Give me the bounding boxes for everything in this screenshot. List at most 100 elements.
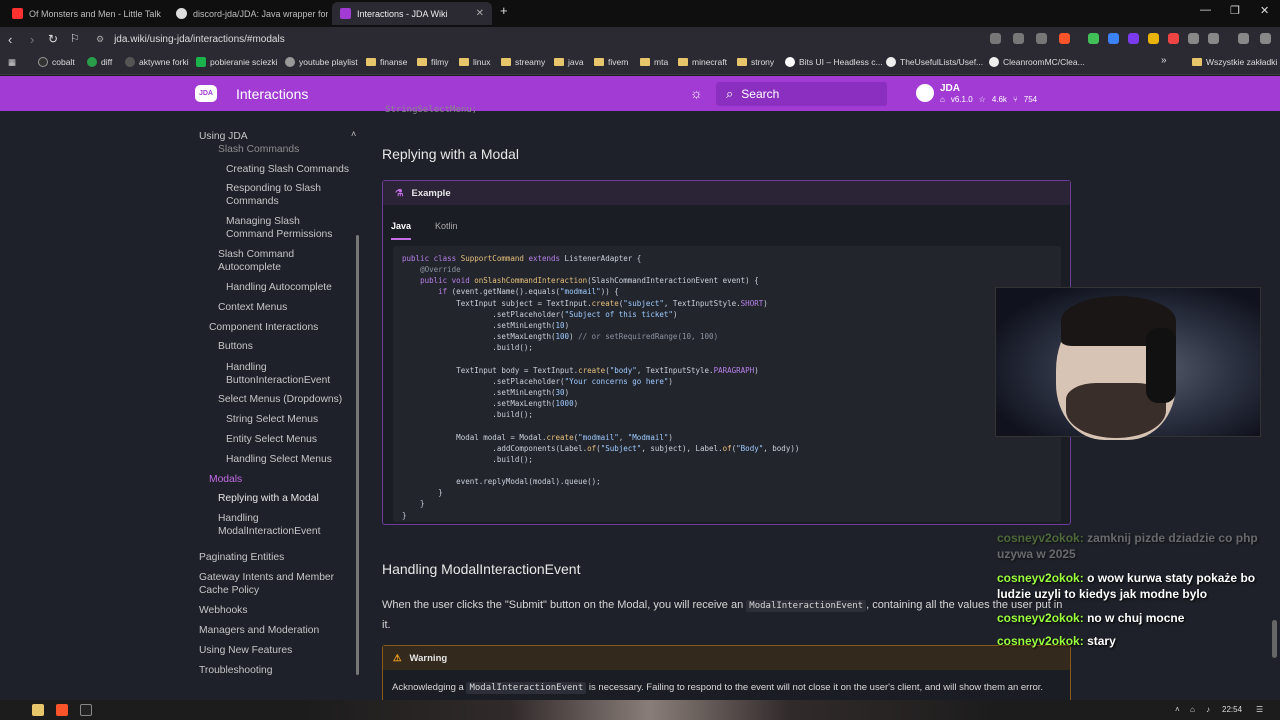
url-bar[interactable]: ⚙ jda.wiki/using-jda/interactions/#modal…	[90, 30, 970, 49]
bookmark-folder[interactable]: linux	[459, 57, 490, 67]
sidebar-item[interactable]: Webhooks	[199, 604, 247, 617]
bookmark-item[interactable]: pobieranie sciezki	[196, 57, 278, 67]
sidebar-item[interactable]: Paginating Entities	[199, 551, 284, 564]
sidebar-item[interactable]: Slash Command	[218, 248, 294, 261]
sidebar-item[interactable]: Handling Select Menus	[226, 453, 332, 466]
folder-icon	[594, 58, 604, 66]
bookmark-item[interactable]: cobalt	[38, 57, 75, 67]
media-icon[interactable]	[1238, 33, 1249, 44]
sidebar-item-modals[interactable]: Modals	[209, 473, 242, 486]
extension-icon[interactable]	[1088, 33, 1099, 44]
sidebar-item[interactable]: Cache Policy	[199, 584, 259, 597]
extension-icon[interactable]	[1168, 33, 1179, 44]
repo-info[interactable]: JDA ⌂ v6.1.0 ☆ 4.6k ⑂ 754	[940, 83, 1037, 104]
maximize-icon[interactable]: ❐	[1230, 4, 1240, 17]
file-explorer-icon[interactable]	[32, 704, 44, 716]
sidebar-item[interactable]: Handling	[226, 361, 267, 374]
brave-shield-icon[interactable]	[1059, 33, 1070, 44]
sidebar-item[interactable]: Creating Slash Commands	[226, 163, 349, 176]
tray-chevron-icon[interactable]: ˄	[1175, 705, 1180, 714]
bookmark-item[interactable]: youtube playlist	[285, 57, 358, 67]
sidebar-item[interactable]: Handling Autocomplete	[226, 281, 332, 294]
sidebar-item[interactable]: Handling	[218, 512, 259, 525]
sidebar-item[interactable]: ButtonInteractionEvent	[226, 374, 330, 387]
browser-tab[interactable]: Of Monsters and Men - Little Talk	[4, 2, 162, 25]
sidebar-item[interactable]: Autocomplete	[218, 261, 281, 274]
inline-code: ModalInteractionEvent	[466, 682, 587, 694]
sidebar-item[interactable]: Managing Slash	[226, 215, 300, 228]
sidebar-item[interactable]: Component Interactions	[209, 321, 318, 334]
extensions-puzzle-icon[interactable]	[1188, 33, 1199, 44]
bookmark-folder[interactable]: finanse	[366, 57, 407, 67]
apps-icon[interactable]: ▦	[8, 57, 16, 68]
bookmark-folder[interactable]: minecraft	[678, 57, 727, 67]
sidebar-item[interactable]: String Select Menus	[226, 413, 318, 426]
bookmark-item[interactable]: CleanroomMC/Clea...	[989, 57, 1085, 67]
share-icon[interactable]	[1036, 33, 1047, 44]
github-icon[interactable]	[916, 84, 934, 102]
bookmark-folder[interactable]: mta	[640, 57, 668, 67]
browser-tab[interactable]: discord-jda/JDA: Java wrapper for the	[168, 2, 328, 25]
sidebar-item[interactable]: Gateway Intents and Member	[199, 571, 334, 584]
volume-icon[interactable]: ♪	[1206, 705, 1210, 714]
reload-icon[interactable]: ↻	[48, 32, 58, 47]
browser-tab-active[interactable]: Interactions - JDA Wiki ✕	[332, 2, 492, 25]
extension-icon[interactable]	[1128, 33, 1139, 44]
bookmark-folder[interactable]: filmy	[417, 57, 448, 67]
fork-icon	[125, 57, 135, 67]
bookmark-item[interactable]: Bits UI – Headless c...	[785, 57, 883, 67]
sidebar-item[interactable]: Command Permissions	[226, 228, 332, 241]
page-scrollbar[interactable]	[1272, 620, 1277, 658]
sidebar-item[interactable]: Commands	[226, 195, 279, 208]
notifications-icon[interactable]: ☰	[1256, 705, 1263, 714]
terminal-icon[interactable]	[80, 704, 92, 716]
extension-icon[interactable]	[1148, 33, 1159, 44]
back-icon[interactable]: ‹	[8, 32, 12, 47]
close-tab-icon[interactable]: ✕	[476, 8, 484, 19]
sidebar-item[interactable]: Context Menus	[218, 301, 287, 314]
bookmark-item[interactable]: diff	[87, 57, 112, 67]
sidebar-item[interactable]: Responding to Slash	[226, 182, 321, 195]
bookmark-icon[interactable]: ⚐	[70, 32, 80, 47]
tab-kotlin[interactable]: Kotlin	[435, 221, 458, 240]
jda-logo[interactable]: JDA	[195, 85, 217, 102]
folder-icon	[678, 58, 688, 66]
bookmark-item[interactable]: TheUsefulLists/Usef...	[886, 57, 983, 67]
bookmark-item[interactable]: aktywne forki	[125, 57, 189, 67]
sidebar-item[interactable]: Managers and Moderation	[199, 624, 319, 637]
sidebar-item-replying-with-modal[interactable]: Replying with a Modal	[218, 492, 319, 505]
sidebar-item[interactable]: Slash Commands	[218, 143, 299, 156]
network-icon[interactable]: ⌂	[1190, 705, 1195, 714]
new-tab-button[interactable]: +	[500, 3, 508, 18]
site-settings-icon[interactable]: ⚙	[96, 34, 104, 45]
sidebar-icon[interactable]	[1208, 33, 1219, 44]
tab-java[interactable]: Java	[391, 221, 412, 240]
sidebar-item[interactable]: Using New Features	[199, 644, 292, 657]
search-input[interactable]: ⌕ Search	[716, 82, 887, 106]
bookmark-folder[interactable]: fivem	[594, 57, 628, 67]
theme-toggle-icon[interactable]: ☼	[690, 85, 703, 101]
bookmark-folder[interactable]: strony	[737, 57, 774, 67]
bookmark-folder[interactable]: java	[554, 57, 584, 67]
more-bookmarks-icon[interactable]: »	[1161, 55, 1167, 66]
sidebar-item[interactable]: Buttons	[218, 340, 253, 353]
collapse-icon[interactable]: ˄	[351, 128, 356, 141]
sidebar-scrollbar[interactable]	[356, 235, 359, 675]
reader-icon[interactable]	[1013, 33, 1024, 44]
sidebar-item-using-jda[interactable]: Using JDA	[199, 130, 248, 143]
extension-icon[interactable]	[1108, 33, 1119, 44]
sidebar-item[interactable]: ModalInteractionEvent	[218, 525, 320, 538]
bookmarks-bar: ▦ cobalt diff aktywne forki pobieranie s…	[0, 52, 1280, 75]
all-bookmarks-folder[interactable]: Wszystkie zakładki	[1192, 57, 1277, 67]
close-window-icon[interactable]: ✕	[1260, 4, 1269, 17]
translate-icon[interactable]	[990, 33, 1001, 44]
sidebar-item[interactable]: Troubleshooting	[199, 664, 272, 677]
bookmark-folder[interactable]: streamy	[501, 57, 545, 67]
sidebar-item[interactable]: Select Menus (Dropdowns)	[218, 393, 342, 406]
forward-icon[interactable]: ›	[30, 32, 34, 47]
menu-icon[interactable]	[1260, 33, 1271, 44]
sidebar-item[interactable]: Entity Select Menus	[226, 433, 317, 446]
brave-icon[interactable]	[56, 704, 68, 716]
minimize-icon[interactable]: —	[1200, 4, 1211, 16]
clock[interactable]: 22:54	[1222, 705, 1242, 714]
